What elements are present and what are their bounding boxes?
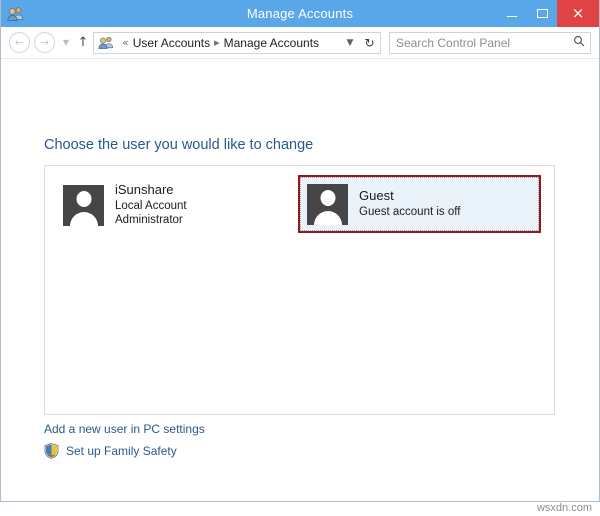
links-section: Add a new user in PC settings Set up Fam… (44, 422, 205, 466)
avatar-head (76, 190, 91, 207)
navigation-bar: ← → ▼ ↑ « User Accounts ▸ Manage Account… (1, 27, 599, 59)
content-area: Choose the user you would like to change… (1, 59, 599, 501)
shield-icon (44, 443, 59, 459)
avatar (307, 183, 348, 225)
close-icon: × (571, 4, 585, 22)
page-title: Choose the user you would like to change (44, 137, 314, 153)
annotation-highlight-guest: Guest Guest account is off (298, 175, 541, 233)
account-item-guest[interactable]: Guest Guest account is off (300, 177, 539, 231)
refresh-icon: ↻ (364, 35, 375, 50)
avatar (63, 184, 104, 226)
accounts-panel: iSunshare Local Account Administrator Gu… (44, 165, 555, 415)
breadcrumb-separator-icon[interactable]: ▸ (210, 36, 224, 49)
account-item-isunshare[interactable]: iSunshare Local Account Administrator (59, 177, 289, 233)
breadcrumb-item-manage-accounts[interactable]: Manage Accounts (224, 36, 319, 50)
search-box[interactable]: Search Control Panel (389, 31, 591, 54)
avatar-body (69, 211, 98, 226)
add-new-user-link[interactable]: Add a new user in PC settings (44, 422, 205, 436)
account-details: Guest Guest account is off (359, 188, 460, 219)
account-details: iSunshare Local Account Administrator (115, 182, 187, 228)
account-name: iSunshare (115, 181, 174, 197)
up-button[interactable]: ↑ (73, 35, 93, 50)
minimize-button[interactable] (497, 0, 527, 27)
account-status: Guest account is off (359, 205, 461, 218)
search-input[interactable]: Search Control Panel (390, 36, 568, 50)
maximize-button[interactable] (527, 0, 557, 27)
user-accounts-icon (7, 5, 24, 22)
refresh-button[interactable]: ↻ (359, 31, 381, 54)
manage-accounts-window: Manage Accounts × ← → ▼ ↑ « User Account… (0, 0, 600, 502)
recent-locations-chevron-down-icon[interactable]: ▼ (59, 38, 73, 47)
title-bar: Manage Accounts × (1, 0, 599, 27)
breadcrumb-overflow-icon[interactable]: « (118, 36, 133, 49)
link-row-add-user[interactable]: Add a new user in PC settings (44, 422, 205, 436)
account-role: Administrator (115, 214, 183, 227)
avatar-head (320, 189, 335, 206)
link-row-family-safety[interactable]: Set up Family Safety (44, 443, 205, 459)
family-safety-link[interactable]: Set up Family Safety (66, 444, 177, 458)
account-name: Guest (359, 188, 394, 204)
close-button[interactable]: × (557, 0, 599, 27)
forward-button[interactable]: → (34, 32, 55, 53)
watermark: wsxdn.com (536, 502, 592, 514)
account-type: Local Account (115, 199, 187, 212)
breadcrumb-item-user-accounts[interactable]: User Accounts (133, 36, 210, 50)
avatar-body (313, 210, 342, 225)
maximize-icon (536, 9, 548, 18)
back-button[interactable]: ← (9, 32, 30, 53)
search-icon (568, 35, 590, 50)
window-controls: × (497, 0, 599, 27)
minimize-icon (507, 16, 517, 17)
address-chevron-down-icon[interactable]: ▼ (341, 38, 359, 48)
breadcrumb-user-accounts-icon (98, 35, 114, 50)
address-bar[interactable]: « User Accounts ▸ Manage Accounts ▼ (93, 31, 360, 54)
